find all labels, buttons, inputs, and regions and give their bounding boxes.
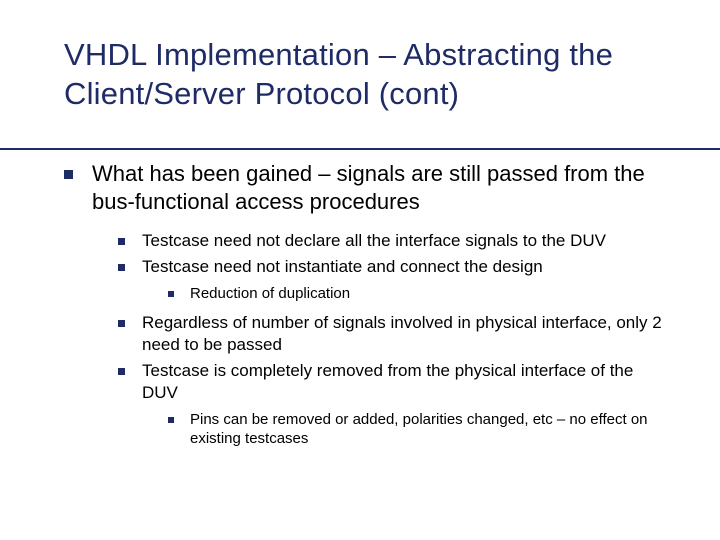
bullet-text: What has been gained – signals are still… (92, 161, 645, 214)
bullet-text: Reduction of duplication (190, 285, 350, 302)
title-underline (0, 148, 720, 150)
bullet-text: Testcase is completely removed from the … (142, 361, 633, 402)
bullet-level2: Testcase is completely removed from the … (118, 360, 672, 449)
bullet-text: Pins can be removed or added, polarities… (190, 411, 648, 448)
bullet-text: Regardless of number of signals involved… (142, 313, 662, 354)
bullet-level3: Reduction of duplication (168, 284, 672, 304)
bullet-text: Testcase need not instantiate and connec… (142, 257, 543, 276)
bullet-level2: Testcase need not instantiate and connec… (118, 256, 672, 304)
slide: VHDL Implementation – Abstracting the Cl… (0, 0, 720, 540)
bullet-level2: Testcase need not declare all the interf… (118, 230, 672, 252)
bullet-text: Testcase need not declare all the interf… (142, 231, 606, 250)
bullet-level2: Regardless of number of signals involved… (118, 312, 672, 356)
bullet-level3: Pins can be removed or added, polarities… (168, 410, 672, 449)
slide-title: VHDL Implementation – Abstracting the Cl… (64, 36, 672, 114)
slide-body: What has been gained – signals are still… (64, 160, 672, 449)
bullet-level1: What has been gained – signals are still… (64, 160, 672, 449)
